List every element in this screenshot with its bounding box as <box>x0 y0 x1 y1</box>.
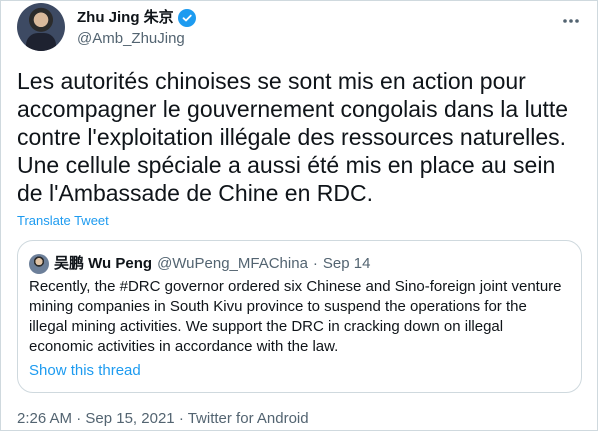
meta-separator: · <box>76 410 82 427</box>
tweet-time[interactable]: 2:26 AM <box>17 410 72 427</box>
more-options-icon[interactable] <box>559 11 583 31</box>
quoted-tweet-header: 吴鹏 Wu Peng @WuPeng_MFAChina · Sep 14 <box>29 254 370 274</box>
tweet-header: Zhu Jing 朱京 @Amb_ZhuJing <box>17 3 196 51</box>
meta-separator: · <box>178 410 184 427</box>
tweet-source[interactable]: Twitter for Android <box>188 410 309 427</box>
quoted-date: Sep 14 <box>322 255 371 272</box>
author-handle[interactable]: @Amb_ZhuJing <box>77 29 196 49</box>
author-name[interactable]: Zhu Jing 朱京 <box>77 8 174 28</box>
translate-tweet-link[interactable]: Translate Tweet <box>17 213 109 228</box>
author-name-row: Zhu Jing 朱京 <box>77 8 196 28</box>
tweet-text: Les autorités chinoises se sont mis en a… <box>17 68 569 206</box>
quoted-separator: · <box>312 255 318 272</box>
quoted-author-avatar <box>29 254 49 274</box>
quoted-tweet-text: Recently, the #DRC governor ordered six … <box>29 278 562 355</box>
tweet-card: Zhu Jing 朱京 @Amb_ZhuJing Les autorités c… <box>0 0 598 431</box>
author-avatar[interactable] <box>17 3 65 51</box>
verified-badge-icon <box>177 9 196 27</box>
tweet-date[interactable]: Sep 15, 2021 <box>85 410 174 427</box>
quoted-tweet[interactable]: 吴鹏 Wu Peng @WuPeng_MFAChina · Sep 14 Rec… <box>17 240 582 393</box>
tweet-meta: 2:26 AM · Sep 15, 2021 · Twitter for And… <box>17 409 309 429</box>
show-thread-link[interactable]: Show this thread <box>29 362 141 379</box>
quoted-author-name: 吴鹏 Wu Peng <box>54 255 153 272</box>
quoted-author-handle: @WuPeng_MFAChina <box>157 255 308 272</box>
author-identity: Zhu Jing 朱京 @Amb_ZhuJing <box>77 8 196 49</box>
